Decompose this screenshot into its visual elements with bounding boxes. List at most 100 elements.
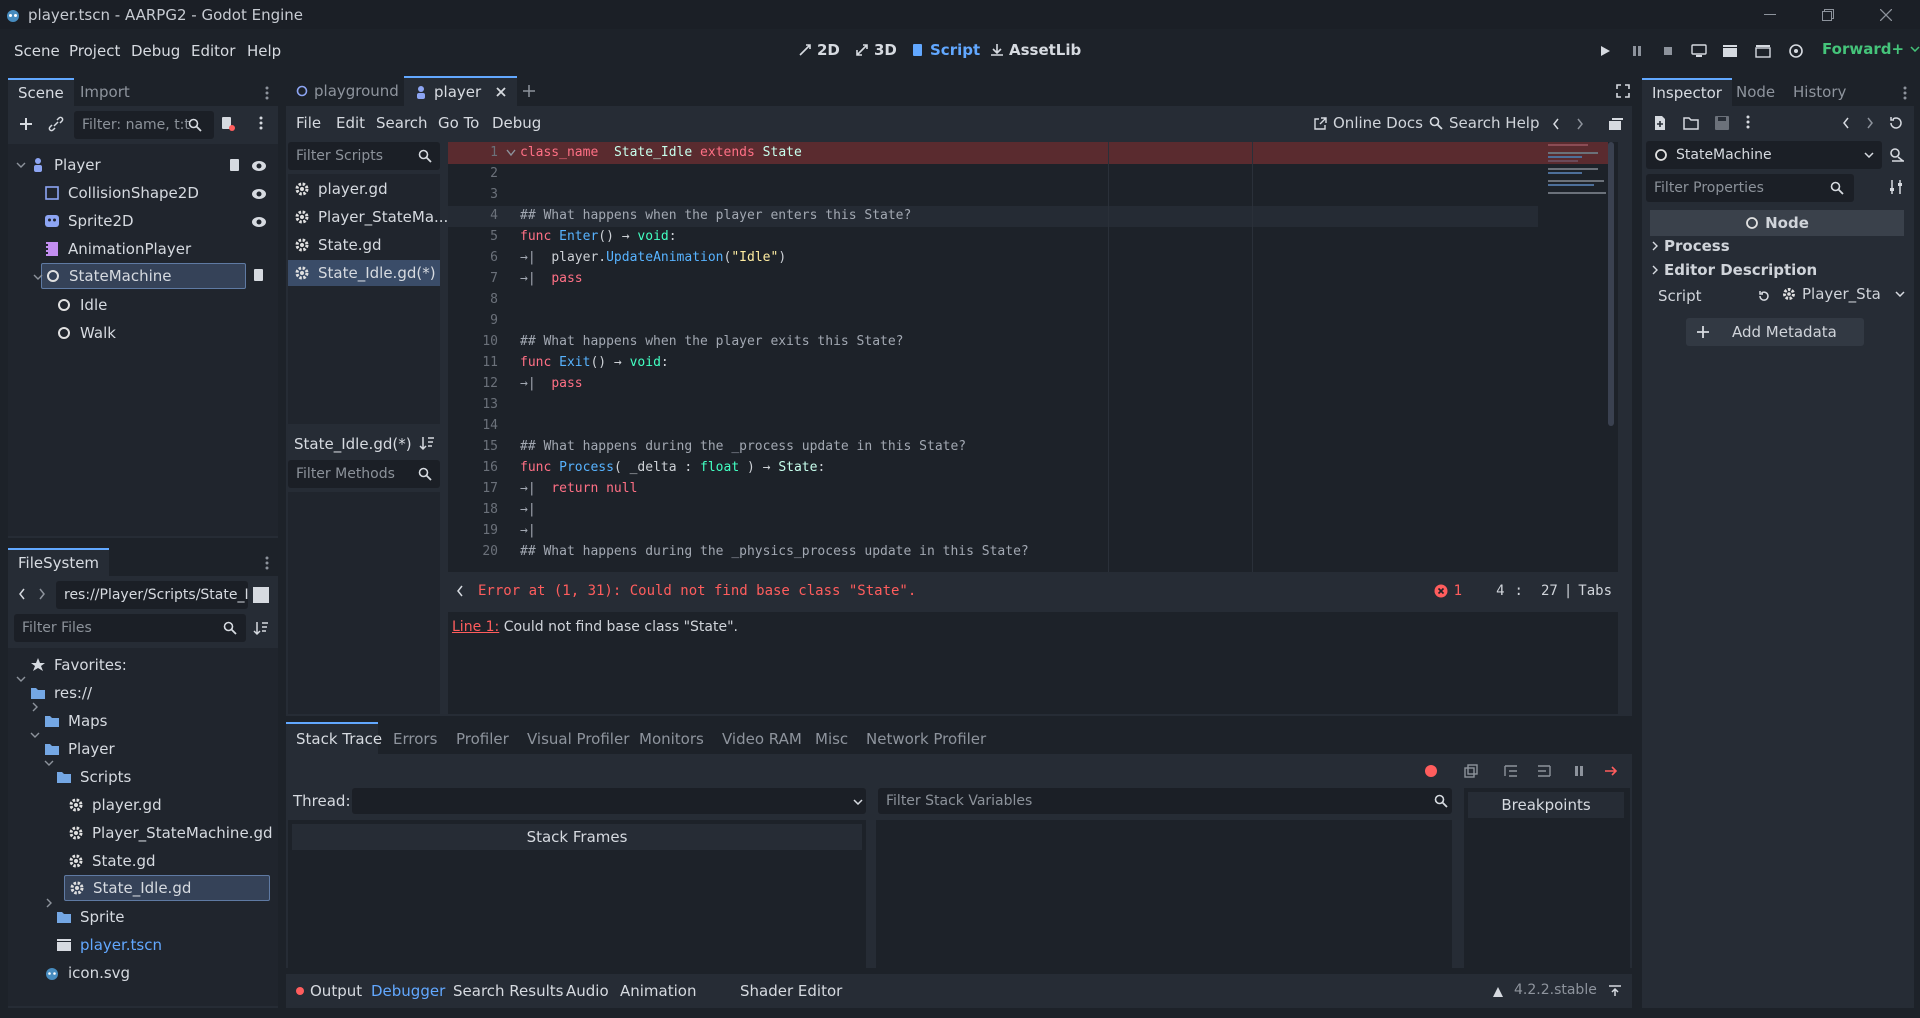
code-line[interactable]: 5 func Enter() → void: bbox=[448, 226, 1538, 247]
chevron-right-icon[interactable] bbox=[44, 898, 54, 908]
code-line[interactable]: 17 →| return null bbox=[448, 478, 1538, 499]
scene-tab-player[interactable]: player bbox=[404, 76, 518, 106]
tab-node[interactable]: Node bbox=[1726, 78, 1785, 106]
error-count[interactable]: 1 bbox=[1454, 583, 1462, 599]
file-state-gd[interactable]: State.gd bbox=[68, 848, 156, 874]
object-selector[interactable]: StateMachine bbox=[1646, 141, 1882, 169]
code-line[interactable]: 9 bbox=[448, 310, 1538, 331]
error-circle-icon[interactable] bbox=[1434, 584, 1448, 598]
step-over-icon[interactable] bbox=[1537, 764, 1551, 778]
more-options-icon[interactable] bbox=[1746, 115, 1750, 129]
tab-inspector[interactable]: Inspector bbox=[1642, 78, 1732, 106]
copy-icon[interactable] bbox=[1464, 764, 1478, 778]
object-properties-icon[interactable] bbox=[1888, 146, 1906, 164]
step-into-icon[interactable] bbox=[1504, 764, 1518, 778]
add-node-icon[interactable] bbox=[18, 116, 34, 132]
chevron-down-icon[interactable] bbox=[33, 272, 43, 282]
workspace-2d-button[interactable]: 2D bbox=[798, 41, 840, 59]
thread-select[interactable] bbox=[352, 788, 866, 814]
code-line[interactable]: 18 →| bbox=[448, 499, 1538, 520]
folder-sprite[interactable]: Sprite bbox=[56, 904, 125, 930]
kebab-menu-icon[interactable] bbox=[265, 86, 269, 100]
code-line[interactable]: 8 bbox=[448, 289, 1538, 310]
menu-scene[interactable]: Scene bbox=[14, 42, 60, 60]
debug-tab-visual-profiler[interactable]: Visual Profiler bbox=[527, 730, 629, 748]
debug-tab-profiler[interactable]: Profiler bbox=[456, 730, 509, 748]
menu-editor[interactable]: Editor bbox=[191, 42, 235, 60]
update-spinner-icon[interactable] bbox=[1491, 985, 1505, 999]
toggle-panel-icon[interactable] bbox=[456, 585, 464, 597]
forward-arrow-icon[interactable] bbox=[1866, 117, 1874, 129]
debug-tab-monitors[interactable]: Monitors bbox=[639, 730, 704, 748]
bottom-tab-animation[interactable]: Animation bbox=[620, 982, 696, 1000]
distraction-free-icon[interactable] bbox=[1616, 84, 1630, 98]
back-arrow-icon[interactable] bbox=[18, 588, 26, 600]
add-metadata-button[interactable]: Add Metadata bbox=[1686, 318, 1864, 346]
menu-help[interactable]: Help bbox=[247, 42, 281, 60]
scene-tab-playground[interactable]: playground bbox=[286, 76, 409, 106]
bottom-tab-debugger[interactable]: Debugger bbox=[371, 982, 445, 1000]
play-scene-button[interactable] bbox=[1720, 41, 1740, 61]
history-back-icon[interactable] bbox=[1552, 118, 1560, 130]
script-item-player-statemachine[interactable]: Player_StateMa... bbox=[294, 204, 448, 230]
debug-tab-stack-trace[interactable]: Stack Trace bbox=[296, 730, 382, 748]
minimap[interactable] bbox=[1544, 142, 1608, 232]
code-line[interactable]: 11 func Exit() → void: bbox=[448, 352, 1538, 373]
filter-stack-variables-input[interactable]: Filter Stack Variables bbox=[878, 788, 1452, 814]
history-forward-icon[interactable] bbox=[1576, 118, 1584, 130]
tree-node-idle[interactable]: Idle bbox=[56, 292, 107, 318]
script-menu-debug[interactable]: Debug bbox=[492, 114, 541, 132]
tab-import[interactable]: Import bbox=[70, 78, 140, 106]
folder-scripts[interactable]: Scripts bbox=[56, 764, 131, 790]
renderer-select[interactable]: Forward+ bbox=[1822, 40, 1920, 58]
chevron-right-icon[interactable] bbox=[30, 702, 40, 712]
group-editor-description[interactable]: Editor Description bbox=[1652, 261, 1817, 279]
tree-node-statemachine[interactable]: StateMachine bbox=[41, 263, 246, 289]
back-arrow-icon[interactable] bbox=[1842, 117, 1850, 129]
pause-debug-icon[interactable] bbox=[1572, 764, 1586, 778]
debug-tab-video-ram[interactable]: Video RAM bbox=[722, 730, 802, 748]
debug-tab-network-profiler[interactable]: Network Profiler bbox=[866, 730, 986, 748]
property-settings-icon[interactable] bbox=[1888, 179, 1904, 195]
bottom-tab-shader-editor[interactable]: Shader Editor bbox=[740, 982, 842, 1000]
file-state-idle-gd[interactable]: State_Idle.gd bbox=[64, 875, 270, 901]
toggle-split-icon[interactable] bbox=[252, 586, 270, 604]
debug-tab-misc[interactable]: Misc bbox=[815, 730, 848, 748]
path-field[interactable]: res://Player/Scripts/State_I bbox=[56, 581, 249, 609]
sort-icon[interactable] bbox=[253, 620, 269, 636]
play-custom-scene-button[interactable] bbox=[1753, 41, 1773, 61]
code-line[interactable]: 12 →| pass bbox=[448, 373, 1538, 394]
menu-project[interactable]: Project bbox=[69, 42, 120, 60]
minimize-button[interactable] bbox=[1755, 4, 1785, 26]
code-line[interactable]: 20 ## What happens during the _physics_pr… bbox=[448, 541, 1538, 562]
error-line-link[interactable]: Line 1: bbox=[452, 619, 499, 635]
code-line[interactable]: 19 →| bbox=[448, 520, 1538, 541]
code-scrollbar[interactable] bbox=[1608, 142, 1614, 426]
filter-files-input[interactable]: Filter Files bbox=[14, 614, 246, 642]
visibility-eye-icon[interactable] bbox=[251, 216, 267, 228]
code-line[interactable]: 1 class_name State_Idle extends State bbox=[448, 142, 1538, 163]
visibility-eye-icon[interactable] bbox=[251, 160, 267, 172]
kebab-menu-icon[interactable] bbox=[265, 556, 269, 570]
debug-tab-errors[interactable]: Errors bbox=[393, 730, 437, 748]
save-icon[interactable] bbox=[1714, 115, 1730, 131]
script-menu-goto[interactable]: Go To bbox=[438, 114, 479, 132]
indent-mode[interactable]: Tabs bbox=[1578, 583, 1612, 599]
object-history-icon[interactable] bbox=[1888, 115, 1904, 131]
code-line[interactable]: 7 →| pass bbox=[448, 268, 1538, 289]
code-line[interactable]: 14 bbox=[448, 415, 1538, 436]
code-line[interactable]: 2 bbox=[448, 163, 1538, 184]
sort-icon[interactable] bbox=[419, 435, 435, 451]
revert-icon[interactable] bbox=[1757, 289, 1771, 303]
folder-player[interactable]: Player bbox=[44, 736, 115, 762]
open-folder-icon[interactable] bbox=[1683, 115, 1699, 131]
chevron-down-icon[interactable] bbox=[44, 758, 54, 768]
toggle-scripts-panel-icon[interactable] bbox=[1608, 117, 1624, 131]
code-line[interactable]: 6 →| player.UpdateAnimation("Idle") bbox=[448, 247, 1538, 268]
continue-icon[interactable] bbox=[1604, 764, 1620, 778]
close-window-button[interactable] bbox=[1871, 4, 1901, 26]
play-button[interactable] bbox=[1595, 41, 1615, 61]
kebab-menu-icon[interactable] bbox=[1903, 86, 1907, 100]
chevron-down-icon[interactable] bbox=[16, 674, 26, 684]
link-icon[interactable] bbox=[48, 116, 64, 132]
